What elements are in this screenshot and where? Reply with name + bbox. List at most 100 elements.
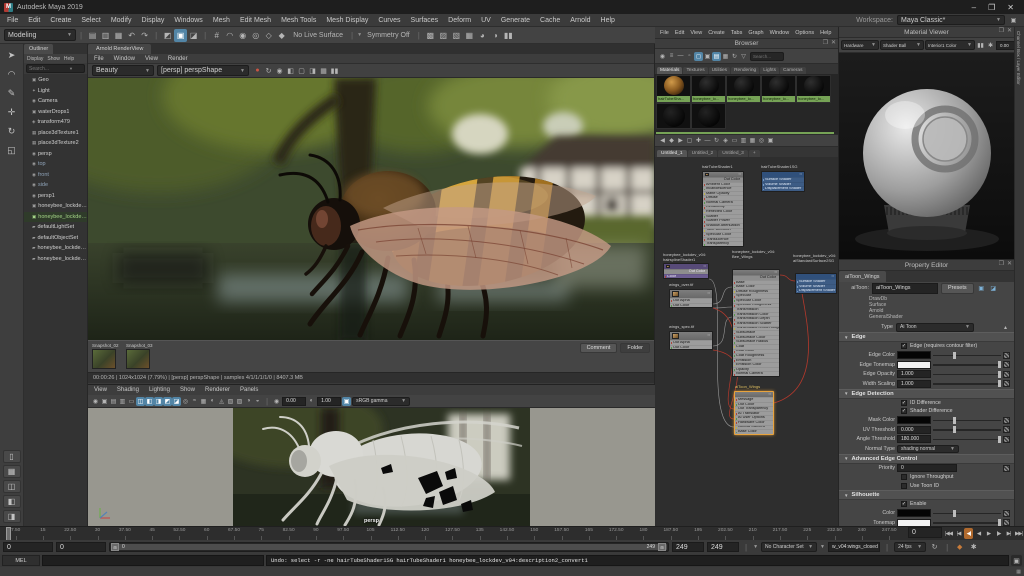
swatch-small-icon[interactable]: ▫ — [685, 52, 694, 61]
range-start-grip[interactable]: ⊞ — [111, 543, 119, 551]
simple-view-icon[interactable]: ▭ — [730, 136, 739, 145]
viewport-menu-item[interactable]: Shading — [116, 387, 140, 393]
layout-four-pane-icon[interactable]: ▦ — [2, 465, 21, 478]
maximize-icon[interactable]: ❐ — [988, 3, 995, 12]
attribute-value[interactable] — [897, 509, 931, 518]
checkbox-row[interactable]: ✓ Ignore Throughput — [839, 473, 1014, 482]
menu-item[interactable]: Curves — [377, 17, 401, 24]
material-swatch[interactable]: hairTubeSha... — [656, 75, 691, 103]
play-backwards-button[interactable]: ◀ — [974, 528, 983, 539]
select-tool-icon[interactable]: ➤ — [3, 47, 21, 64]
channel-box-vertical-tab[interactable]: Channel Box / Layer Editor — [1015, 27, 1021, 85]
crop-region-icon[interactable]: ▢ — [296, 65, 307, 76]
node-aitoon-wings[interactable]: ▫▫ Message Out Color Out Transparency AI Tr… — [734, 391, 774, 435]
outliner-item[interactable]: ◈ transform479 — [24, 117, 87, 128]
sort-icon[interactable]: ≡ — [667, 52, 676, 61]
toon-outline-icon[interactable]: ◕ — [476, 29, 489, 42]
playback-end-field[interactable]: 249 — [672, 542, 704, 552]
menu-item[interactable]: Help — [600, 17, 616, 24]
refresh-swatches-icon[interactable]: ↻ — [730, 52, 739, 61]
browser-tab[interactable]: Rendering — [731, 67, 760, 74]
node-wings-spec[interactable]: ▫▫ Out Alpha Out Color — [669, 331, 713, 351]
snap-grid-icon[interactable]: # — [210, 29, 223, 42]
node-name-field[interactable]: aiToon_Wings — [872, 282, 938, 294]
outliner-tab[interactable]: Outliner — [24, 44, 54, 54]
outliner-item[interactable]: ▣ Geo — [24, 75, 87, 86]
menu-item[interactable]: Modify — [110, 17, 133, 24]
select-hierarchy-icon[interactable]: ◩ — [161, 29, 174, 42]
exposure-icon[interactable]: ◑ — [244, 397, 253, 406]
menu-item[interactable]: Edit — [27, 17, 41, 24]
node-editor-tab[interactable]: + — [748, 150, 760, 157]
outliner-item[interactable]: ◉ persp1 — [24, 191, 87, 202]
menu-item[interactable]: Generate — [500, 17, 531, 24]
browser-tab[interactable]: Textures — [683, 67, 708, 74]
show-lookdev-icon[interactable]: ◪ — [989, 284, 998, 293]
comment-button[interactable]: Comment — [579, 343, 618, 353]
viewport-menu-item[interactable]: Panels — [239, 387, 259, 393]
move-tool-icon[interactable]: ✛ — [3, 104, 21, 121]
go-to-start-button[interactable]: |◀◀ — [944, 528, 953, 539]
depth-of-field-icon[interactable]: ◐ — [208, 397, 217, 406]
outliner-item[interactable]: ▰ honeybee_lockdev_v04... — [24, 254, 87, 265]
outliner-item[interactable]: ▣ honeybee_lockdev_v04... — [24, 211, 87, 222]
grid-toggle-icon[interactable]: ▦ — [1016, 569, 1021, 575]
folder-button[interactable]: Folder — [620, 343, 650, 353]
paint-select-tool-icon[interactable]: ✎ — [3, 85, 21, 102]
add-to-graph-icon[interactable]: ✚ — [694, 136, 703, 145]
refresh-render-icon[interactable]: ↻ — [263, 65, 274, 76]
filter-icon[interactable]: ▽ — [739, 52, 748, 61]
layout-hypershade-icon[interactable]: ◨ — [2, 510, 21, 523]
attribute-slider[interactable] — [933, 435, 1002, 443]
range-slider[interactable]: ⊞ 0 249 ⊞ — [109, 542, 669, 552]
node-port[interactable]: Displacement Shader — [796, 288, 836, 293]
lock-camera-icon[interactable]: ▣ — [100, 397, 109, 406]
node-graph[interactable]: hairTubeShader1 ▫▫ Out Color Ambient Col… — [655, 157, 838, 526]
browser-tab[interactable]: Materials — [657, 67, 683, 74]
camera-attributes-icon[interactable]: ▤ — [109, 397, 118, 406]
menu-item[interactable]: File — [6, 17, 19, 24]
outliner-menu-item[interactable]: Help — [64, 56, 74, 62]
viewer-environment-dropdown[interactable]: Interior1 Color ▼ — [925, 40, 975, 50]
pin-icon[interactable]: ◈ — [721, 136, 730, 145]
rearrange-graph-icon[interactable]: ↻ — [712, 136, 721, 145]
material-preview[interactable] — [839, 53, 1014, 259]
checkbox[interactable]: ✓ — [901, 408, 907, 415]
browser-titlebar[interactable]: Browser ❐ ✕ — [655, 39, 838, 49]
node-port[interactable]: Base Color — [735, 429, 773, 434]
multisample-icon[interactable]: ▦ — [199, 397, 208, 406]
start-render-icon[interactable]: ● — [252, 65, 263, 76]
save-scene-icon[interactable]: ▦ — [112, 29, 125, 42]
checkbox-row[interactable]: ✓ ID Difference — [839, 399, 1014, 408]
pause-viewer-icon[interactable]: ▮▮ — [976, 41, 985, 50]
menu-item[interactable]: Deform — [447, 17, 472, 24]
outliner-menu-item[interactable]: Show — [47, 56, 60, 62]
create-material-icon[interactable]: ◉ — [658, 52, 667, 61]
select-camera-icon[interactable]: ◉ — [91, 397, 100, 406]
make-live-icon[interactable]: ◆ — [275, 29, 288, 42]
gamma-icon[interactable]: ◒ — [253, 397, 262, 406]
xray-icon[interactable]: ▧ — [226, 397, 235, 406]
render-current-frame-icon[interactable]: ▩ — [424, 29, 437, 42]
property-editor-tab[interactable]: aiToon_Wings — [839, 271, 886, 282]
step-back-frame-button[interactable]: |◀ — [954, 528, 963, 539]
time-slider[interactable]: 7.50 15 22.50 30 37.50 45 52.50 60 67.50 75 82.50 9… — [0, 526, 1024, 541]
undo-icon[interactable]: ↶ — [125, 29, 138, 42]
playback-start-field[interactable]: 0 — [56, 542, 106, 552]
wireframe-icon[interactable]: ◫ — [136, 396, 145, 406]
outliner-menu-item[interactable]: Display — [27, 56, 43, 62]
outliner-item[interactable]: ▰ defaultLightSet — [24, 222, 87, 233]
browser-tab[interactable]: Lights — [760, 67, 780, 74]
outliner-item[interactable]: ◉ side — [24, 180, 87, 191]
menu-item[interactable]: Select — [80, 17, 101, 24]
snap-point-icon[interactable]: ◉ — [236, 29, 249, 42]
map-button-icon[interactable] — [1003, 519, 1010, 526]
aov-isolate-icon[interactable]: ◨ — [307, 65, 318, 76]
frame-all-icon[interactable]: ▣ — [766, 136, 775, 145]
node-editor-tab[interactable]: Untitled_1 — [657, 150, 687, 157]
rotate-tool-icon[interactable]: ↻ — [3, 123, 21, 140]
menu-item[interactable]: Arnold — [569, 17, 591, 24]
window-titlebar[interactable]: M Autodesk Maya 2019 – ❐ ✕ — [0, 0, 1024, 14]
hypershade-menu-item[interactable]: Tabs — [730, 30, 744, 36]
current-time-indicator[interactable] — [6, 527, 11, 541]
